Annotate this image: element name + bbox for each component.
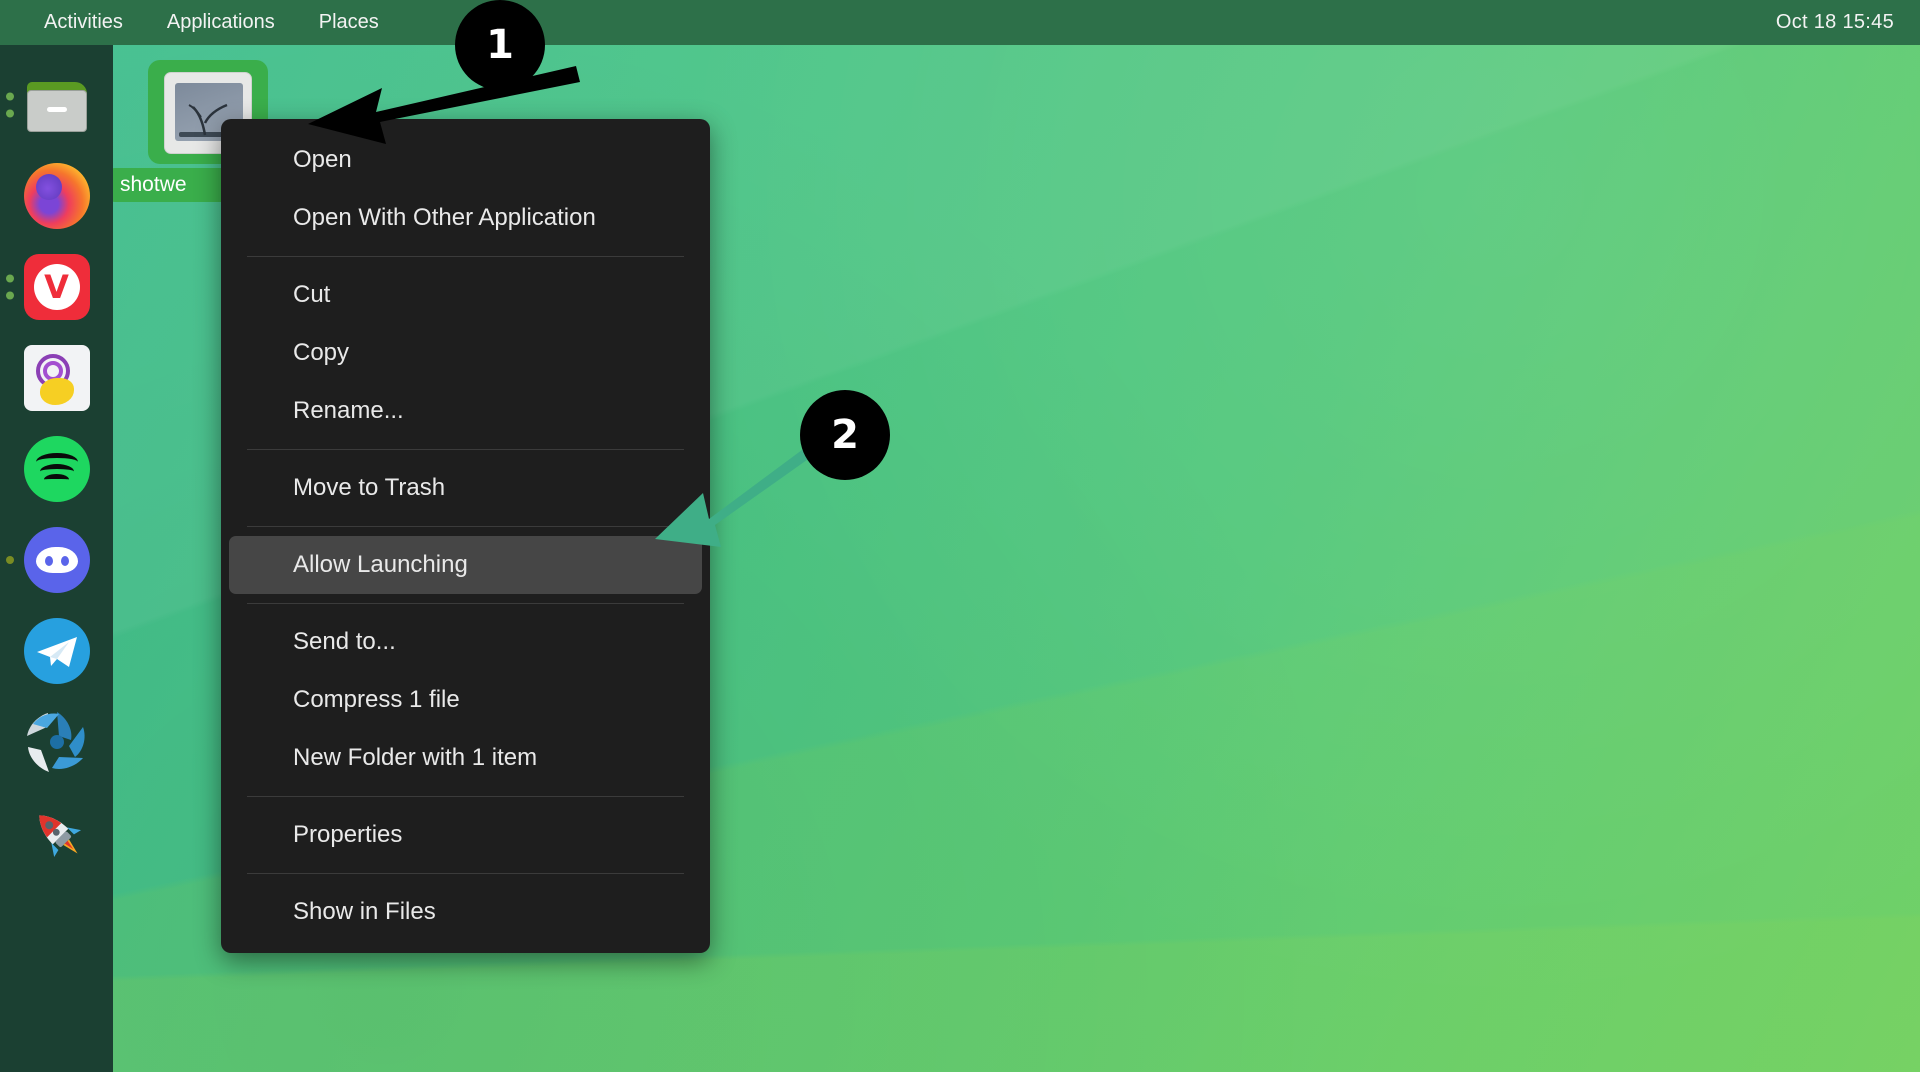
menu-separator [247,526,684,527]
dock-item-shotwell[interactable] [0,696,113,787]
menu-item-allow-launching[interactable]: Allow Launching [229,536,702,594]
telegram-icon [24,618,90,684]
menu-item-open-with-other-application[interactable]: Open With Other Application [229,189,702,247]
dock-item-fingerprint[interactable] [0,332,113,423]
menu-item-show-in-files[interactable]: Show in Files [229,883,702,941]
dock-item-show-applications[interactable] [0,787,113,878]
dock-item-telegram[interactable] [0,605,113,696]
menu-item-compress[interactable]: Compress 1 file [229,671,702,729]
menu-item-properties[interactable]: Properties [229,806,702,864]
running-indicator-discord [6,556,14,564]
menu-item-new-folder-with-item[interactable]: New Folder with 1 item [229,729,702,787]
running-indicator-files [6,92,14,117]
annotation-badge-2: 2 [800,390,890,480]
dock-item-spotify[interactable] [0,423,113,514]
menu-separator [247,449,684,450]
menu-separator [247,256,684,257]
running-indicator-vivaldi [6,274,14,299]
menu-item-send-to[interactable]: Send to... [229,613,702,671]
dock-item-discord[interactable] [0,514,113,605]
applications-menu[interactable]: Applications [145,0,297,45]
firefox-icon [24,163,90,229]
menu-separator [247,603,684,604]
context-menu: Open Open With Other Application Cut Cop… [221,119,710,953]
menu-separator [247,873,684,874]
clock[interactable]: Oct 18 15:45 [1776,0,1894,45]
dock-item-files[interactable] [0,59,113,150]
vivaldi-glyph: V [44,271,69,303]
menu-item-cut[interactable]: Cut [229,266,702,324]
annotation-badge-1: 1 [455,0,545,90]
places-menu[interactable]: Places [297,0,401,45]
menu-separator [247,796,684,797]
top-bar: Activities Applications Places Oct 18 15… [0,0,1920,45]
aperture-icon [24,709,90,775]
vivaldi-icon: V [24,254,90,320]
spotify-icon [24,436,90,502]
dock-item-vivaldi[interactable]: V [0,241,113,332]
menu-item-move-to-trash[interactable]: Move to Trash [229,459,702,517]
rocket-icon [24,800,90,866]
dock: V [0,45,113,1072]
fingerprint-icon [24,345,90,411]
discord-icon [24,527,90,593]
menu-item-rename[interactable]: Rename... [229,382,702,440]
folder-icon [24,72,90,138]
activities-button[interactable]: Activities [22,0,145,45]
dock-item-firefox[interactable] [0,150,113,241]
menu-item-copy[interactable]: Copy [229,324,702,382]
